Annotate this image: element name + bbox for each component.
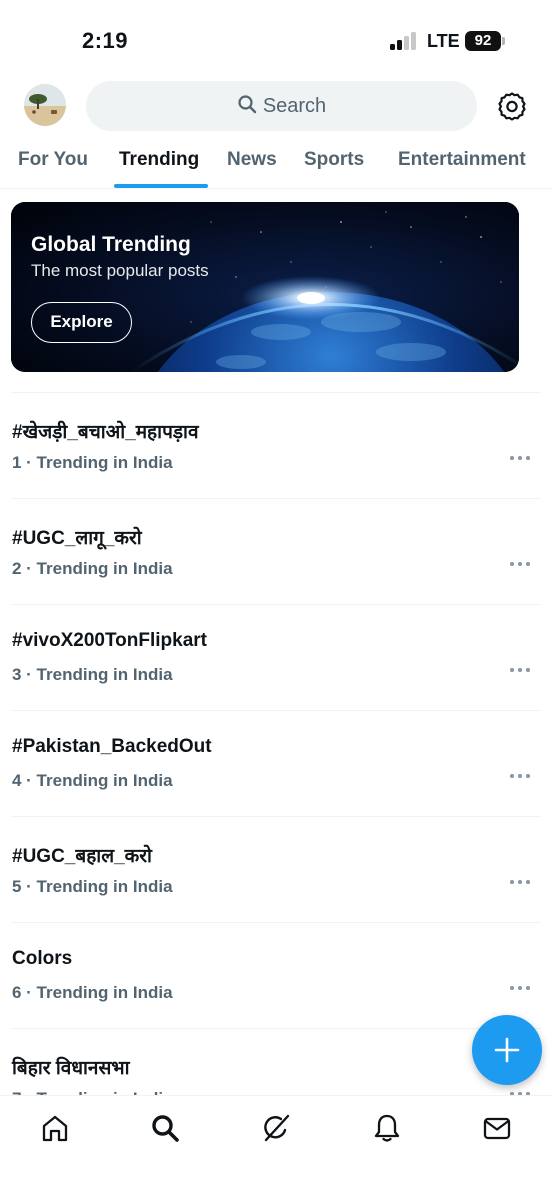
trend-title: बिहार विधानसभा — [12, 1058, 130, 1079]
network-label: LTE — [427, 31, 460, 51]
trend-title: #UGC_बहाल_करो — [12, 846, 152, 867]
app-root: 2:19 LTE 92 Search For You Trending News… — [0, 0, 553, 1200]
search-icon — [237, 94, 257, 119]
tab-sports[interactable]: Sports — [304, 149, 364, 171]
status-time: 2:19 — [82, 28, 129, 53]
home-icon[interactable] — [40, 1113, 70, 1143]
plus-icon — [494, 1037, 520, 1063]
banner-title: Global Trending — [31, 233, 191, 256]
trend-meta: 5 · Trending in India — [12, 877, 173, 896]
trend-meta: 4 · Trending in India — [12, 771, 173, 790]
trend-title: #खेजड़ी_बचाओ_महापड़ाव — [12, 422, 199, 443]
more-options-icon[interactable] — [510, 665, 532, 675]
more-options-icon[interactable] — [510, 983, 532, 993]
earth-from-space-image — [11, 202, 519, 372]
trend-item[interactable]: Colors 6 · Trending in India — [11, 923, 541, 1029]
trend-title: #Pakistan_BackedOut — [12, 736, 212, 757]
global-trending-banner[interactable]: Global Trending The most popular posts E… — [11, 202, 519, 372]
tab-trending[interactable]: Trending — [119, 149, 199, 171]
active-tab-indicator — [114, 184, 208, 188]
battery-icon: 92 — [465, 31, 501, 51]
search-icon[interactable] — [150, 1113, 180, 1143]
banner-subtitle: The most popular posts — [31, 261, 209, 280]
trend-title: #UGC_लागू_करो — [12, 528, 142, 549]
profile-avatar[interactable] — [24, 84, 66, 126]
tab-news[interactable]: News — [227, 149, 277, 171]
battery-tip — [502, 37, 505, 45]
explore-tabs: For You Trending News Sports Entertainme… — [0, 143, 553, 189]
tab-for-you[interactable]: For You — [18, 149, 88, 171]
signal-strength-icon — [390, 32, 418, 50]
settings-gear-icon[interactable] — [496, 90, 528, 122]
trend-item[interactable]: #vivoX200TonFlipkart 3 · Trending in Ind… — [11, 605, 541, 711]
trend-title: Colors — [12, 948, 73, 969]
status-bar: 2:19 LTE 92 — [0, 0, 553, 78]
trend-title: #vivoX200TonFlipkart — [12, 630, 207, 651]
more-options-icon[interactable] — [510, 559, 532, 569]
trend-meta: 1 · Trending in India — [12, 453, 173, 472]
compose-post-button[interactable] — [472, 1015, 542, 1085]
trend-meta: 3 · Trending in India — [12, 665, 173, 684]
search-placeholder: Search — [262, 94, 327, 117]
explore-button[interactable]: Explore — [31, 302, 132, 343]
messages-icon[interactable] — [482, 1113, 512, 1143]
tab-entertainment[interactable]: Entertainment — [398, 149, 526, 171]
bottom-navigation — [0, 1095, 553, 1200]
more-options-icon[interactable] — [510, 453, 532, 463]
trend-meta: 6 · Trending in India — [12, 983, 173, 1002]
trending-list: #खेजड़ी_बचाओ_महापड़ाव 1 · Trending in In… — [11, 392, 541, 1135]
more-options-icon[interactable] — [510, 771, 532, 781]
notifications-icon[interactable] — [372, 1113, 402, 1143]
more-options-icon[interactable] — [510, 877, 532, 887]
trend-meta: 2 · Trending in India — [12, 559, 173, 578]
trend-item[interactable]: #UGC_लागू_करो 2 · Trending in India — [11, 499, 541, 605]
trend-item[interactable]: #खेजड़ी_बचाओ_महापड़ाव 1 · Trending in In… — [11, 393, 541, 499]
trend-item[interactable]: #UGC_बहाल_करो 5 · Trending in India — [11, 817, 541, 923]
search-input[interactable]: Search — [86, 81, 477, 131]
grok-icon[interactable] — [261, 1113, 291, 1143]
trend-item[interactable]: #Pakistan_BackedOut 4 · Trending in Indi… — [11, 711, 541, 817]
